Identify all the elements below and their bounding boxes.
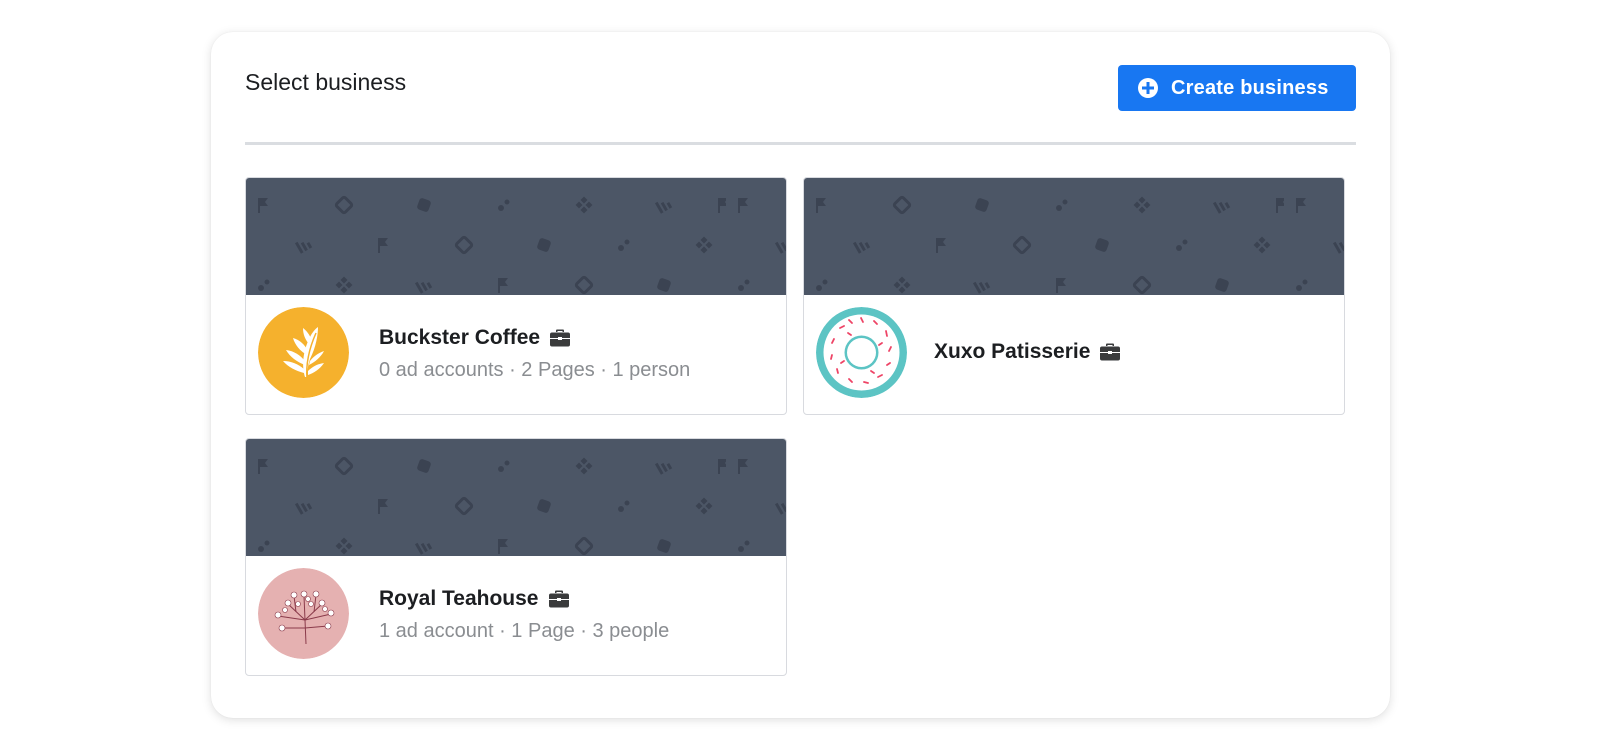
business-card-buckster-coffee[interactable]: Buckster Coffee 0 ad accounts · 2 Pages … xyxy=(245,177,787,415)
business-name-row: Buckster Coffee xyxy=(379,326,571,350)
business-name-row: Royal Teahouse xyxy=(379,587,570,611)
donut-icon xyxy=(816,307,907,398)
card-banner xyxy=(246,178,786,295)
blossom-branch-icon xyxy=(258,568,349,659)
header-divider xyxy=(245,142,1356,145)
business-card-royal-teahouse[interactable]: Royal Teahouse 1 ad account · 1 Page · 3… xyxy=(245,438,787,676)
business-card-xuxo-patisserie[interactable]: Xuxo Patisserie xyxy=(803,177,1345,415)
business-name: Buckster Coffee xyxy=(379,326,541,349)
business-meta: 1 ad account · 1 Page · 3 people xyxy=(379,620,670,642)
briefcase-icon xyxy=(1099,343,1121,361)
business-name: Xuxo Patisserie xyxy=(934,340,1091,363)
business-name-row: Xuxo Patisserie xyxy=(934,340,1121,364)
business-meta: 0 ad accounts · 2 Pages · 1 person xyxy=(379,359,691,381)
briefcase-icon xyxy=(548,590,570,608)
business-name: Royal Teahouse xyxy=(379,587,539,610)
create-business-label: Create business xyxy=(1171,76,1329,99)
create-business-button[interactable]: Create business xyxy=(1118,65,1356,111)
page-title: Select business xyxy=(245,69,407,95)
briefcase-icon xyxy=(549,329,571,347)
plus-circle-icon xyxy=(1137,77,1159,99)
select-business-panel: Select business Create business Buckster… xyxy=(211,32,1390,718)
card-banner xyxy=(804,178,1344,295)
latte-art-leaf-icon xyxy=(258,307,349,398)
card-banner xyxy=(246,439,786,556)
